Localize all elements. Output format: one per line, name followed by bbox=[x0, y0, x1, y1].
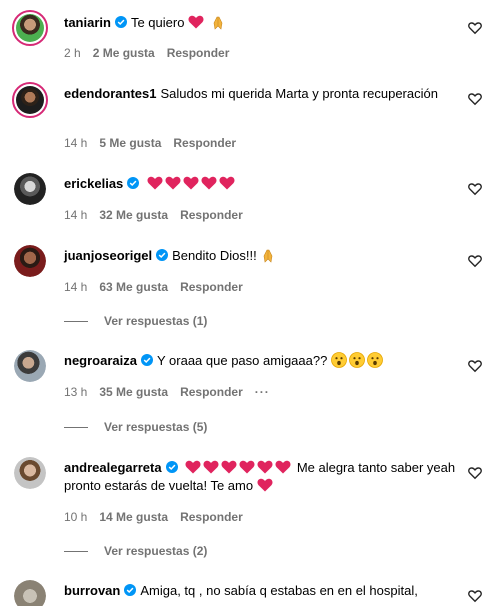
likes-count[interactable]: 35 Me gusta bbox=[99, 385, 168, 399]
timestamp: 13 h bbox=[64, 385, 88, 399]
avatar[interactable] bbox=[14, 350, 46, 382]
username[interactable]: juanjoseorigel bbox=[64, 248, 152, 263]
timestamp: 14 h bbox=[64, 136, 88, 150]
comment-body: andrealegarreta Me alegra tanto saber ye… bbox=[64, 459, 456, 495]
red-heart-emoji-icon bbox=[275, 460, 291, 474]
view-replies-button[interactable]: Ver respuestas (1) bbox=[64, 314, 207, 328]
likes-count[interactable]: 32 Me gusta bbox=[99, 208, 168, 222]
reply-button[interactable]: Responder bbox=[180, 280, 243, 294]
avatar[interactable] bbox=[12, 10, 48, 46]
comment-body: erickelias bbox=[64, 175, 456, 193]
comment-body: negroaraiza Y oraaa que paso amigaaa?? bbox=[64, 352, 456, 370]
red-heart-emoji-icon bbox=[219, 176, 235, 190]
comment-meta: 13 h 35 Me gusta Responder ··· bbox=[64, 385, 282, 399]
avatar[interactable] bbox=[14, 173, 46, 205]
heart-outline-icon[interactable] bbox=[468, 254, 482, 268]
heart-outline-icon[interactable] bbox=[468, 589, 482, 603]
red-heart-emoji-icon bbox=[257, 460, 273, 474]
reply-button[interactable]: Responder bbox=[173, 136, 236, 150]
username[interactable]: negroaraiza bbox=[64, 353, 137, 368]
comment-body: edendorantes1 Saludos mi querida Marta y … bbox=[64, 85, 456, 103]
view-replies-label: Ver respuestas (2) bbox=[104, 544, 208, 558]
divider bbox=[64, 321, 88, 323]
red-heart-emoji-icon bbox=[257, 478, 273, 492]
likes-count[interactable]: 63 Me gusta bbox=[99, 280, 168, 294]
timestamp: 14 h bbox=[64, 280, 88, 294]
red-heart-emoji-icon bbox=[221, 460, 237, 474]
verified-badge-icon bbox=[127, 177, 139, 189]
heart-outline-icon[interactable] bbox=[468, 359, 482, 373]
comment-text: Te quiero bbox=[130, 15, 185, 30]
verified-badge-icon bbox=[166, 461, 178, 473]
surprised-face-emoji-icon bbox=[331, 352, 347, 368]
avatar[interactable] bbox=[14, 580, 46, 606]
red-heart-emoji-icon bbox=[188, 15, 204, 29]
reply-button[interactable]: Responder bbox=[180, 208, 243, 222]
red-heart-emoji-icon bbox=[147, 176, 163, 190]
red-heart-emoji-icon bbox=[201, 176, 217, 190]
reply-button[interactable]: Responder bbox=[167, 46, 230, 60]
divider bbox=[64, 427, 88, 429]
surprised-face-emoji-icon bbox=[349, 352, 365, 368]
reply-button[interactable]: Responder bbox=[180, 510, 243, 524]
comment-meta: 14 h 32 Me gusta Responder bbox=[64, 208, 255, 222]
verified-badge-icon bbox=[141, 354, 153, 366]
surprised-face-emoji-icon bbox=[367, 352, 383, 368]
username[interactable]: taniarin bbox=[64, 15, 111, 30]
comment-body: juanjoseorigel Bendito Dios!!! bbox=[64, 247, 456, 265]
comment-meta: 2 h 2 Me gusta Responder bbox=[64, 46, 241, 60]
view-replies-button[interactable]: Ver respuestas (5) bbox=[64, 420, 207, 434]
view-replies-label: Ver respuestas (5) bbox=[104, 420, 208, 434]
username[interactable]: burrovan bbox=[64, 583, 120, 598]
comment-body: burrovan Amiga, tq , no sabía q estabas e… bbox=[64, 582, 456, 600]
more-options-icon[interactable]: ··· bbox=[255, 385, 270, 399]
red-heart-emoji-icon bbox=[185, 460, 201, 474]
timestamp: 14 h bbox=[64, 208, 88, 222]
verified-badge-icon bbox=[124, 584, 136, 596]
heart-outline-icon[interactable] bbox=[468, 466, 482, 480]
username[interactable]: andrealegarreta bbox=[64, 460, 162, 475]
red-heart-emoji-icon bbox=[165, 176, 181, 190]
comment-text: Y oraaa que paso amigaaa?? bbox=[156, 353, 328, 368]
comment-body: taniarin Te quiero bbox=[64, 14, 456, 32]
praying-hands-emoji-icon bbox=[213, 16, 223, 30]
red-heart-emoji-icon bbox=[203, 460, 219, 474]
username[interactable]: edendorantes1 bbox=[64, 86, 156, 101]
likes-count[interactable]: 14 Me gusta bbox=[99, 510, 168, 524]
verified-badge-icon bbox=[156, 249, 168, 261]
comment-meta: 14 h 5 Me gusta Responder bbox=[64, 136, 248, 150]
verified-badge-icon bbox=[115, 16, 127, 28]
view-replies-label: Ver respuestas (1) bbox=[104, 314, 208, 328]
likes-count[interactable]: 2 Me gusta bbox=[93, 46, 155, 60]
likes-count[interactable]: 5 Me gusta bbox=[99, 136, 161, 150]
reply-button[interactable]: Responder bbox=[180, 385, 243, 399]
avatar[interactable] bbox=[14, 245, 46, 277]
username[interactable]: erickelias bbox=[64, 176, 123, 191]
avatar[interactable] bbox=[12, 82, 48, 118]
heart-outline-icon[interactable] bbox=[468, 21, 482, 35]
praying-hands-emoji-icon bbox=[264, 249, 273, 263]
avatar[interactable] bbox=[14, 457, 46, 489]
comment-text: Amiga, tq , no sabía q estabas en en el … bbox=[140, 583, 418, 598]
red-heart-emoji-icon bbox=[239, 460, 255, 474]
view-replies-button[interactable]: Ver respuestas (2) bbox=[64, 544, 207, 558]
comment-text: Bendito Dios!!! bbox=[172, 248, 257, 263]
timestamp: 2 h bbox=[64, 46, 81, 60]
comment-meta: 14 h 63 Me gusta Responder bbox=[64, 280, 255, 294]
comment-text: Saludos mi querida Marta y pronta recupe… bbox=[160, 86, 438, 101]
timestamp: 10 h bbox=[64, 510, 88, 524]
comment-meta: 10 h 14 Me gusta Responder bbox=[64, 510, 255, 524]
heart-outline-icon[interactable] bbox=[468, 182, 482, 196]
red-heart-emoji-icon bbox=[183, 176, 199, 190]
heart-outline-icon[interactable] bbox=[468, 92, 482, 106]
divider bbox=[64, 551, 88, 553]
